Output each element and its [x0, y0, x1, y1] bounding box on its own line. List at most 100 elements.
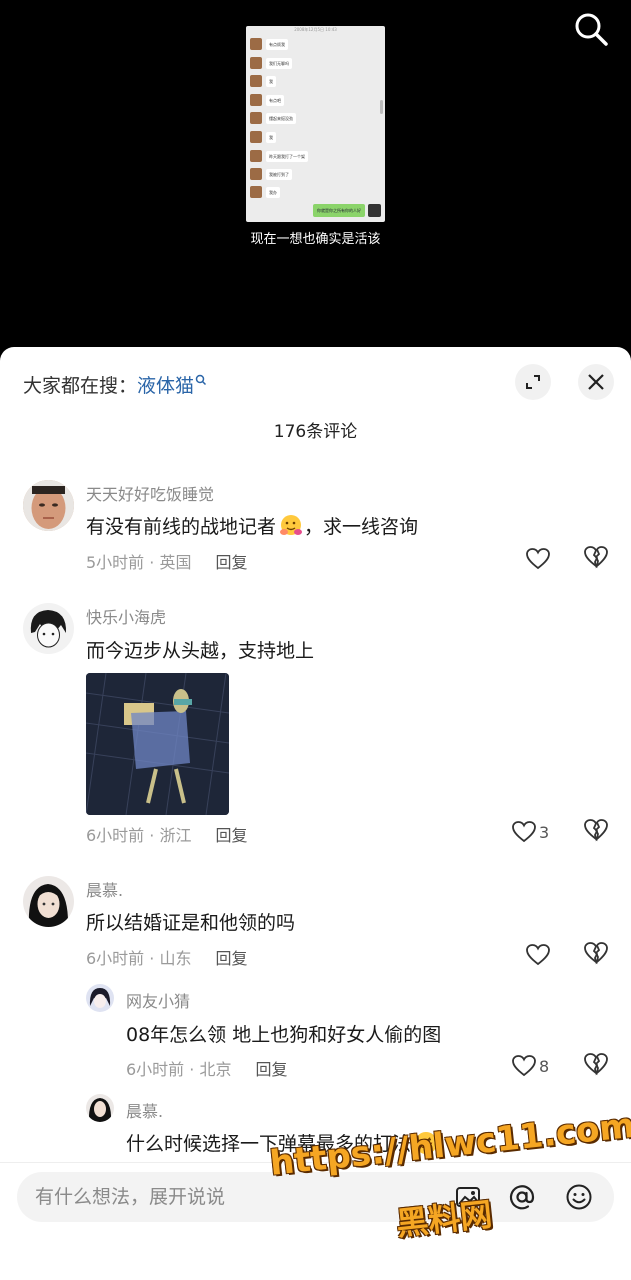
reply-button[interactable]: 回复 [215, 945, 247, 969]
comment-text: 什么时候选择一下弹幕最多的打法 [126, 1129, 439, 1156]
dislike-button[interactable] [583, 941, 609, 969]
chat-bubble: 有点烦我 [266, 38, 288, 50]
comment-text: 而今迈步从头越，支持地上 [86, 640, 315, 662]
heart-icon [526, 548, 550, 570]
chat-message: 懂起来挺没劲 [250, 112, 296, 124]
search-icon [195, 374, 207, 385]
comment-username[interactable]: 晨慕. [126, 1098, 163, 1122]
avatar [250, 112, 262, 124]
chat-message: 我办 [250, 186, 280, 198]
comment-text-part: 有没有前线的战地记者 [86, 516, 277, 538]
expand-button[interactable] [515, 364, 551, 400]
video-player[interactable]: 2008年12月5日 10:43 有点烦我 我们无聊吗 我 有点吧 懂起来挺没劲… [0, 0, 631, 356]
comment-input-container[interactable] [17, 1172, 614, 1222]
chat-bubble: 我们无聊吗 [266, 57, 292, 69]
trending-search-prefix: 大家都在搜： [23, 375, 138, 397]
chat-bubble: 我办 [266, 186, 280, 198]
broken-heart-icon [584, 1053, 608, 1076]
heart-icon [512, 821, 536, 843]
comment-text-part: 什么时候选择一下弹幕最多的打法 [126, 1133, 412, 1155]
chat-message: 昨天跟我打了一个架 [250, 150, 308, 162]
dislike-button[interactable] [583, 545, 609, 573]
comment-meta: 5小时前 · 英国 回复 [86, 549, 247, 573]
chat-bubble: 我 [266, 131, 276, 143]
comment-meta: 6小时前 · 北京 回复 [126, 1056, 287, 1080]
comment-username[interactable]: 快乐小海虎 [86, 604, 166, 628]
like-button[interactable]: 3 [511, 818, 561, 846]
reply-button[interactable]: 回复 [215, 822, 247, 846]
trending-search-keyword[interactable]: 液体猫 [137, 371, 194, 398]
avatar[interactable] [23, 603, 74, 654]
expand-icon [526, 375, 540, 389]
avatar[interactable] [23, 876, 74, 927]
comment-meta: 6小时前 · 浙江 回复 [86, 822, 247, 846]
comment-sheet: 大家都在搜： 液体猫 176条评论 天天好好吃饭睡觉 有没有前线的战地记者 ，求… [0, 347, 631, 1280]
dislike-button[interactable] [583, 818, 609, 846]
chat-screenshot: 2008年12月5日 10:43 有点烦我 我们无聊吗 我 有点吧 懂起来挺没劲… [246, 26, 385, 222]
avatar [250, 168, 262, 180]
dislike-button[interactable] [583, 1052, 609, 1080]
chat-message: 我被打到了 [250, 168, 292, 180]
image-icon[interactable] [454, 1183, 482, 1211]
comment-time-location: 6小时前 · 北京 [126, 1060, 232, 1079]
avatar[interactable] [86, 984, 114, 1012]
close-icon [588, 374, 604, 390]
comment-meta: 6小时前 · 山东 回复 [86, 945, 247, 969]
comment-username[interactable]: 天天好好吃饭睡觉 [86, 481, 214, 505]
comment-text: 08年怎么领 地上也狗和好女人偷的图 [126, 1024, 442, 1046]
avatar[interactable] [23, 480, 74, 531]
comment-time-location: 5小时前 · 英国 [86, 553, 192, 572]
comment-time-location: 6小时前 · 山东 [86, 949, 192, 968]
chat-bubble: 你就是你之所有你的人好 [313, 204, 365, 217]
video-subtitle: 现在一想也确实是活该 [250, 232, 381, 247]
broken-heart-icon [584, 546, 608, 569]
chat-message: 有点烦我 [250, 38, 288, 50]
reply-button[interactable]: 回复 [255, 1056, 287, 1080]
avatar [250, 131, 262, 143]
comment-image[interactable] [86, 673, 229, 815]
scrollbar [380, 100, 383, 114]
heart-icon [512, 1055, 536, 1077]
chat-bubble: 有点吧 [266, 94, 284, 106]
comment-username[interactable]: 晨慕. [86, 877, 123, 901]
avatar [250, 38, 262, 50]
comment-text: 所以结婚证是和他领的吗 [86, 912, 296, 934]
chat-bubble: 昨天跟我打了一个架 [266, 150, 308, 162]
avatar [368, 204, 381, 217]
avatar [250, 186, 262, 198]
comment-text-part: ，求一线咨询 [304, 516, 419, 538]
reply-button[interactable]: 回复 [215, 549, 247, 573]
chat-timestamp: 2008年12月5日 10:43 [294, 27, 337, 32]
like-count: 3 [539, 822, 550, 842]
chat-bubble: 懂起来挺没劲 [266, 112, 296, 124]
comment-username[interactable]: 网友小猜 [126, 988, 190, 1012]
search-icon[interactable] [572, 10, 610, 48]
rofl-face-icon [415, 1131, 438, 1154]
chat-message: 我 [250, 131, 276, 143]
avatar [250, 94, 262, 106]
close-button[interactable] [578, 364, 614, 400]
chat-bubble: 我被打到了 [266, 168, 292, 180]
comment-input-bar [0, 1162, 631, 1280]
chat-message-mine: 你就是你之所有你的人好 [313, 204, 381, 217]
like-button[interactable] [525, 941, 575, 969]
hugging-face-icon [280, 514, 303, 535]
chat-message: 我们无聊吗 [250, 57, 292, 69]
avatar [250, 75, 262, 87]
comment-time-location: 6小时前 · 浙江 [86, 826, 192, 845]
avatar[interactable] [86, 1094, 114, 1122]
chat-bubble: 我 [266, 75, 276, 87]
heart-icon [526, 944, 550, 966]
broken-heart-icon [584, 942, 608, 965]
comment-input[interactable] [35, 1172, 435, 1222]
trending-search[interactable]: 大家都在搜： 液体猫 [23, 371, 207, 398]
mention-icon[interactable] [508, 1183, 536, 1211]
like-count: 8 [539, 1056, 550, 1076]
emoji-icon[interactable] [565, 1183, 593, 1211]
like-button[interactable]: 8 [511, 1052, 561, 1080]
chat-message: 我 [250, 75, 276, 87]
comment-text: 有没有前线的战地记者 ，求一线咨询 [86, 512, 418, 539]
chat-message: 有点吧 [250, 94, 284, 106]
like-button[interactable] [525, 545, 575, 573]
avatar [250, 150, 262, 162]
